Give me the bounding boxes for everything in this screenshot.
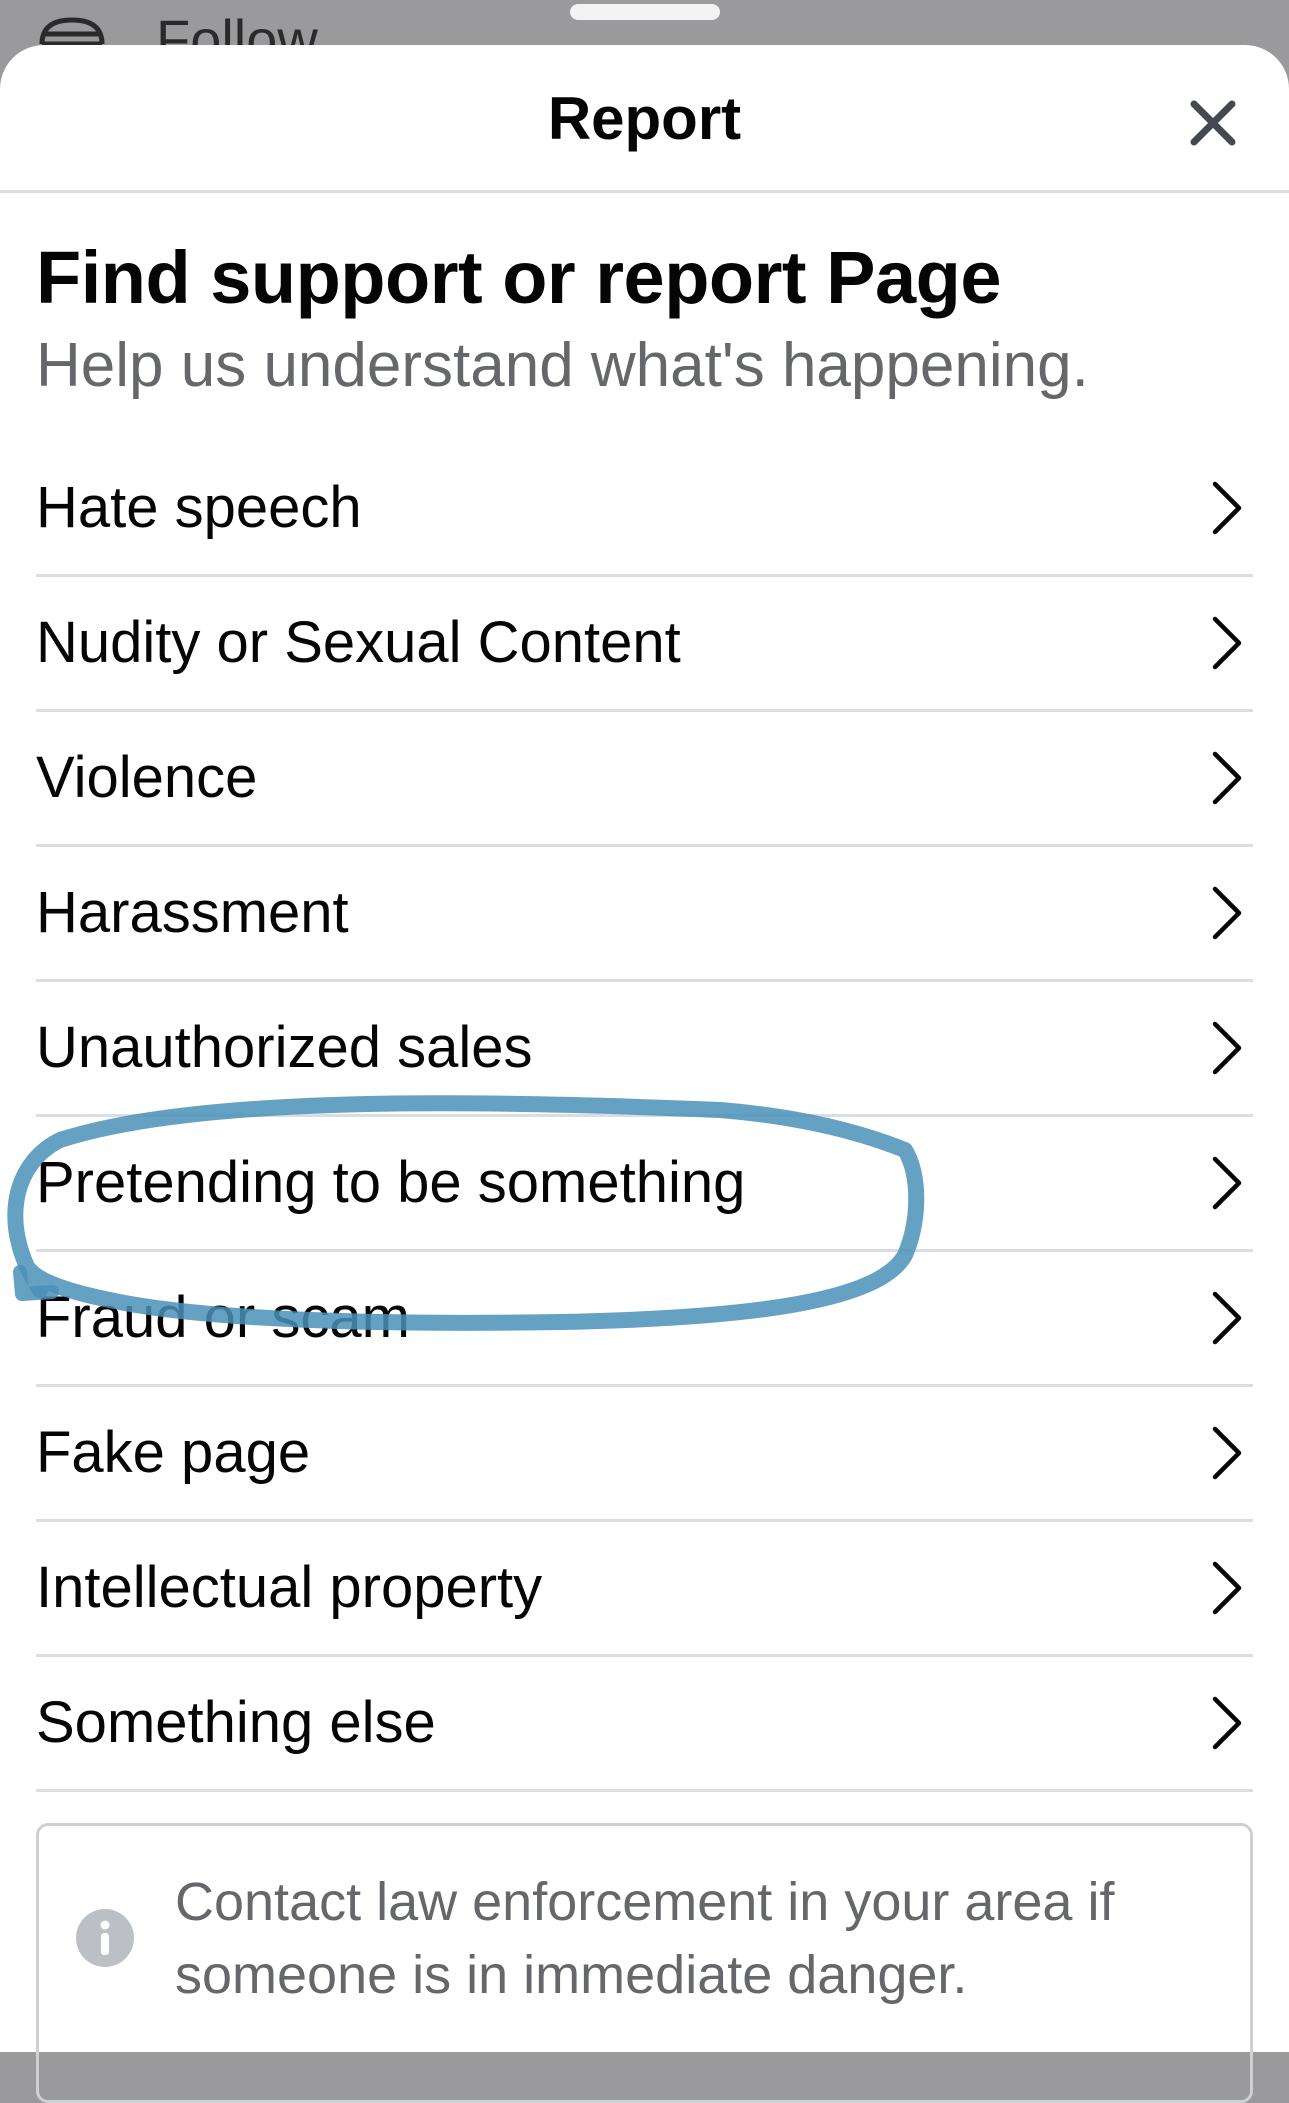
chevron-right-icon xyxy=(1212,751,1242,804)
chevron-right-icon xyxy=(1212,1561,1242,1614)
option-fake-page[interactable]: Fake page xyxy=(36,1387,1253,1522)
chevron-right-icon xyxy=(1212,1021,1242,1074)
info-icon xyxy=(76,1909,134,1967)
option-intellectual-property[interactable]: Intellectual property xyxy=(36,1522,1253,1657)
option-pretending[interactable]: Pretending to be something xyxy=(36,1117,1253,1252)
sheet-grabber[interactable] xyxy=(570,4,720,20)
option-label: Hate speech xyxy=(36,474,362,540)
chevron-right-icon xyxy=(1212,616,1242,669)
option-label: Intellectual property xyxy=(36,1554,543,1620)
chevron-right-icon xyxy=(1212,886,1242,939)
sheet-header: Report xyxy=(0,45,1289,193)
safety-notice: Contact law enforcement in your area if … xyxy=(36,1823,1253,2103)
page-subheading: Help us understand what's happening. xyxy=(36,331,1089,401)
close-icon xyxy=(1190,100,1236,146)
chevron-right-icon xyxy=(1212,1291,1242,1344)
option-label: Harassment xyxy=(36,879,349,945)
option-hate-speech[interactable]: Hate speech xyxy=(36,442,1253,577)
option-nudity[interactable]: Nudity or Sexual Content xyxy=(36,577,1253,712)
sheet-content: Find support or report Page Help us unde… xyxy=(0,237,1289,1792)
option-something-else[interactable]: Something else xyxy=(36,1657,1253,1792)
option-label: Violence xyxy=(36,744,258,810)
chevron-right-icon xyxy=(1212,1156,1242,1209)
option-unauthorized-sales[interactable]: Unauthorized sales xyxy=(36,982,1253,1117)
option-harassment[interactable]: Harassment xyxy=(36,847,1253,982)
report-options-list: Hate speech Nudity or Sexual Content Vio… xyxy=(36,442,1253,1792)
option-label: Fake page xyxy=(36,1419,311,1485)
notice-text: Contact law enforcement in your area if … xyxy=(175,1872,1115,2005)
chevron-right-icon xyxy=(1212,1696,1242,1749)
option-fraud-or-scam[interactable]: Fraud or scam xyxy=(36,1252,1253,1387)
option-label: Pretending to be something xyxy=(36,1149,746,1215)
dialog-title: Report xyxy=(547,85,742,152)
option-violence[interactable]: Violence xyxy=(36,712,1253,847)
report-sheet: Report Find support or report Page Help … xyxy=(0,45,1289,2052)
page-heading: Find support or report Page xyxy=(36,236,1001,319)
option-label: Nudity or Sexual Content xyxy=(36,609,681,675)
chevron-right-icon xyxy=(1212,481,1242,534)
option-label: Unauthorized sales xyxy=(36,1014,533,1080)
chevron-right-icon xyxy=(1212,1426,1242,1479)
option-label: Fraud or scam xyxy=(36,1284,410,1350)
close-button[interactable] xyxy=(1177,87,1249,159)
option-label: Something else xyxy=(36,1689,436,1755)
